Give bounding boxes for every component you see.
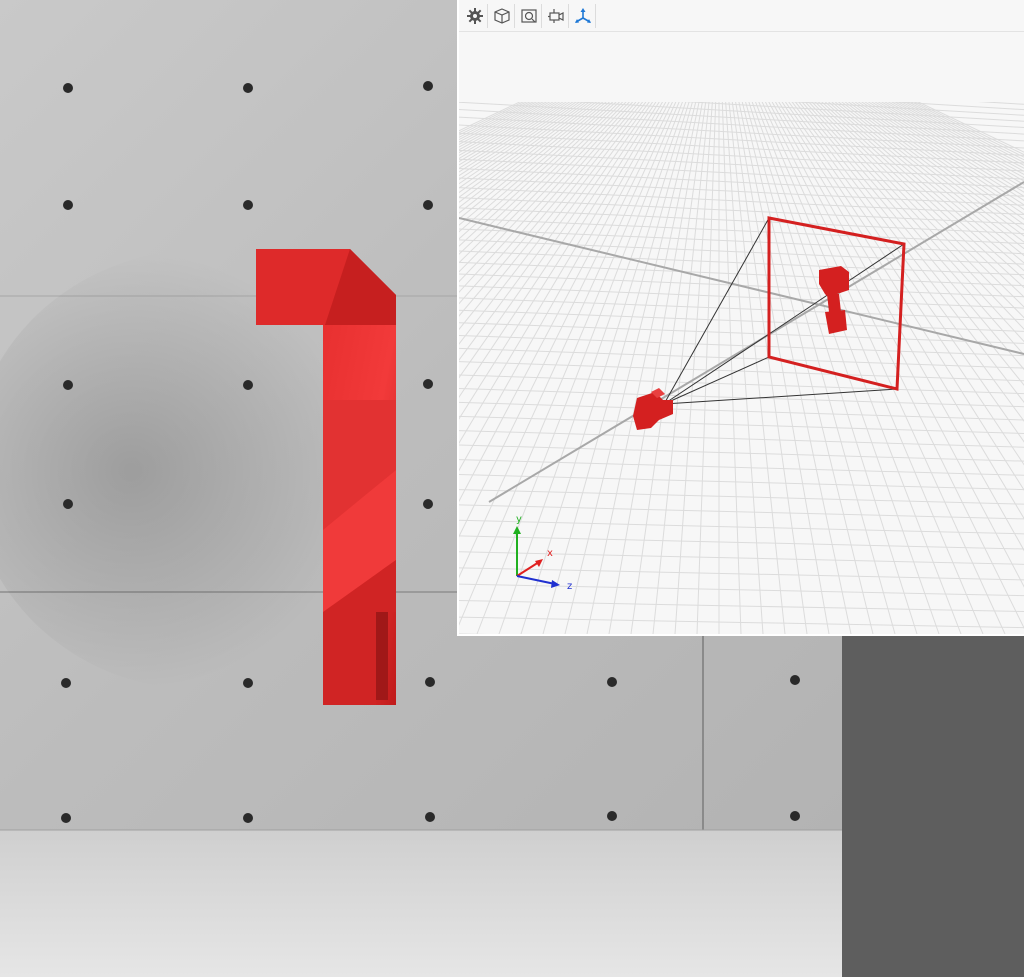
grid-line xyxy=(760,69,1024,466)
grid-line xyxy=(459,489,1024,505)
axis-gizmo-icon xyxy=(575,8,591,23)
grid-line xyxy=(459,535,1024,550)
horizon-haze xyxy=(459,32,1024,102)
grid-line xyxy=(791,69,1024,272)
grid-line xyxy=(459,430,1024,448)
viewport-toolbar xyxy=(463,3,598,29)
view-cube-button[interactable] xyxy=(490,4,515,28)
grid-line xyxy=(459,401,1024,421)
floor xyxy=(0,830,842,977)
grid-line xyxy=(459,600,1024,613)
gear-icon xyxy=(467,8,483,24)
grid-line xyxy=(459,285,1024,309)
grid-line xyxy=(459,239,1024,265)
grid-line xyxy=(758,69,1024,491)
grid-line xyxy=(630,69,711,634)
grid-line xyxy=(722,69,764,634)
grid-line xyxy=(459,444,1024,462)
grid-line xyxy=(498,69,698,634)
grid-line xyxy=(459,474,1024,491)
3d-scene-canvas[interactable]: y x z xyxy=(459,32,1024,634)
grid-line xyxy=(459,250,1024,276)
settings-button[interactable] xyxy=(463,4,488,28)
axis-x-label: x xyxy=(547,548,553,559)
viewport-panel[interactable]: y x z xyxy=(457,0,1024,636)
camera-rig-icon xyxy=(548,9,564,23)
grid-line xyxy=(729,69,830,634)
grid-line xyxy=(674,69,716,634)
grid-line xyxy=(459,583,1024,597)
grid-line xyxy=(459,616,1024,629)
axis-gizmo-button[interactable] xyxy=(571,4,596,28)
camera-rig-button[interactable] xyxy=(544,4,569,28)
cube-icon xyxy=(494,8,510,24)
axis-z-label: z xyxy=(567,581,572,592)
axis-y-label: y xyxy=(516,514,522,525)
empty-canvas-area xyxy=(842,636,1024,977)
grid-line xyxy=(459,519,1024,535)
render-snapshot-button[interactable] xyxy=(517,4,542,28)
camera-frame-icon xyxy=(521,9,537,23)
